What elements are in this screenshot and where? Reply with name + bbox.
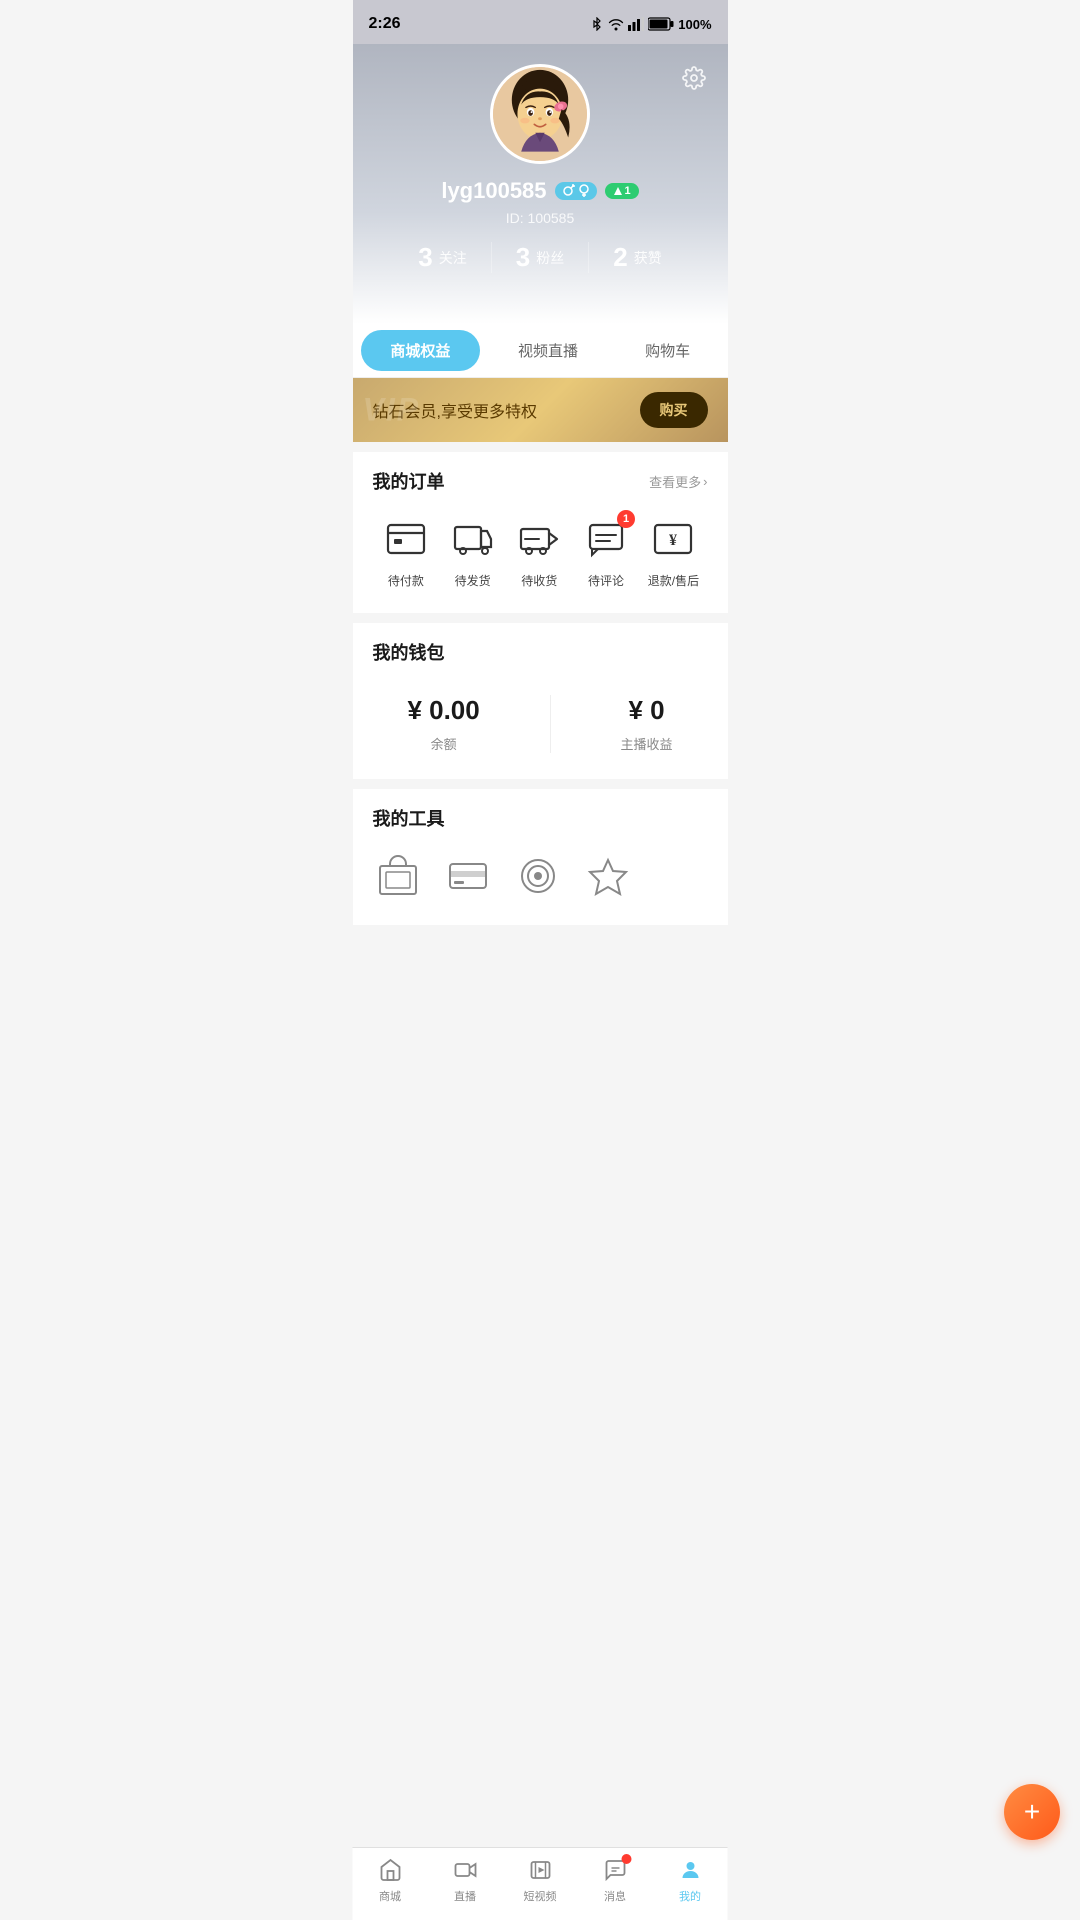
avatar-container [373,64,708,164]
bluetooth-icon [590,17,604,31]
orders-title: 我的订单 [373,468,445,494]
user-id: ID: 100585 [373,210,708,226]
refund-icon-wrap: ¥ [648,514,698,564]
profile-header: lyg100585 1 ID: 100585 3 关注 3 粉丝 2 获赞 [353,44,728,324]
wifi-icon [608,17,624,31]
star-tool-icon-wrap [583,851,633,901]
target-tool-icon-wrap [513,851,563,901]
nav-message-label: 消息 [604,1888,626,1904]
tools-header: 我的工具 [373,805,708,831]
order-pending-payment-label: 待付款 [388,572,424,589]
nav-video[interactable]: 短视频 [503,1856,578,1904]
message-nav-icon-wrap [601,1856,629,1884]
video-nav-icon-wrap [526,1856,554,1884]
order-pending-shipment-label: 待发货 [455,572,491,589]
username-row: lyg100585 1 [373,178,708,204]
pending-delivery-icon-wrap [514,514,564,564]
wallet-balance-amount: ¥ 0.00 [407,695,479,726]
stat-likes[interactable]: 2 获赞 [589,242,685,273]
tab-cart[interactable]: 购物车 [608,324,728,377]
order-pending-shipment[interactable]: 待发货 [448,514,498,589]
signal-icon [628,17,644,31]
review-badge: 1 [617,510,635,528]
tab-mall-benefits[interactable]: 商城权益 [361,330,481,371]
username: lyg100585 [441,178,546,204]
order-pending-delivery[interactable]: 待收货 [514,514,564,589]
order-refund[interactable]: ¥ 退款/售后 [648,514,699,589]
nav-live[interactable]: 直播 [428,1856,503,1904]
mine-nav-icon-wrap [676,1856,704,1884]
pending-review-icon-wrap: 1 [581,514,631,564]
shop-tool-icon-wrap [373,851,423,901]
wallet-divider [550,695,551,753]
battery-icon [648,17,674,31]
stat-following[interactable]: 3 关注 [394,242,491,273]
avatar[interactable] [490,64,590,164]
status-bar: 2:26 1 [353,0,728,44]
wallet-income-label: 主播收益 [621,734,673,753]
tool-star[interactable] [583,851,633,901]
nav-mine[interactable]: 我的 [653,1856,728,1904]
vip-banner: VIP 钻石会员,享受更多特权 购买 [353,378,728,442]
gender-badge [555,182,597,200]
tab-video-live[interactable]: 视频直播 [488,324,608,377]
wallet-balance-label: 余额 [431,734,457,753]
status-time: 2:26 [369,15,401,33]
nav-shop[interactable]: 商城 [353,1856,428,1904]
orders-icons-row: 待付款 待发货 [373,514,708,597]
wallet-streamer-income[interactable]: ¥ 0 主播收益 [621,695,673,753]
nav-video-label: 短视频 [524,1888,557,1904]
pending-shipment-icon-wrap [448,514,498,564]
status-icons: 100% [590,17,711,32]
tabs-container: 商城权益 视频直播 购物车 [353,324,728,378]
my-wallet-section: 我的钱包 ¥ 0.00 余额 ¥ 0 主播收益 [353,623,728,779]
tool-target[interactable] [513,851,563,901]
wallet-income-amount: ¥ 0 [628,695,664,726]
tools-icons-row [373,851,708,909]
orders-header: 我的订单 查看更多 › [373,468,708,494]
level-badge: 1 [605,183,639,199]
svg-text:¥: ¥ [669,532,677,549]
order-pending-review-label: 待评论 [588,572,624,589]
orders-more-link[interactable]: 查看更多 › [649,472,707,491]
order-pending-review[interactable]: 1 待评论 [581,514,631,589]
nav-shop-label: 商城 [379,1888,401,1904]
shop-nav-icon-wrap [376,1856,404,1884]
fab-button[interactable]: + [1004,1784,1060,1840]
vip-watermark: VIP [363,392,421,429]
live-nav-icon-wrap [451,1856,479,1884]
tool-card[interactable] [443,851,493,901]
wallet-header: 我的钱包 [373,639,708,665]
order-refund-label: 退款/售后 [648,572,699,589]
nav-message[interactable]: 消息 [578,1856,653,1904]
card-tool-icon-wrap [443,851,493,901]
nav-mine-label: 我的 [679,1888,701,1904]
tool-shop[interactable] [373,851,423,901]
my-orders-section: 我的订单 查看更多 › 待付款 [353,452,728,613]
order-pending-payment[interactable]: 待付款 [381,514,431,589]
nav-live-label: 直播 [454,1888,476,1904]
order-pending-delivery-label: 待收货 [521,572,557,589]
wallet-title: 我的钱包 [373,639,445,665]
stats-row: 3 关注 3 粉丝 2 获赞 [373,242,708,293]
wallet-balance[interactable]: ¥ 0.00 余额 [407,695,479,753]
tools-title: 我的工具 [373,805,445,831]
message-dot [621,1854,631,1864]
fab-plus-icon: + [1024,1798,1040,1826]
battery-percent: 100% [678,17,711,32]
bottom-nav: 商城 直播 短视频 [353,1847,728,1920]
vip-buy-button[interactable]: 购买 [640,392,708,428]
settings-button[interactable] [676,60,712,96]
stat-fans[interactable]: 3 粉丝 [492,242,589,273]
pending-payment-icon-wrap [381,514,431,564]
wallet-row: ¥ 0.00 余额 ¥ 0 主播收益 [373,685,708,763]
my-tools-section: 我的工具 [353,789,728,925]
